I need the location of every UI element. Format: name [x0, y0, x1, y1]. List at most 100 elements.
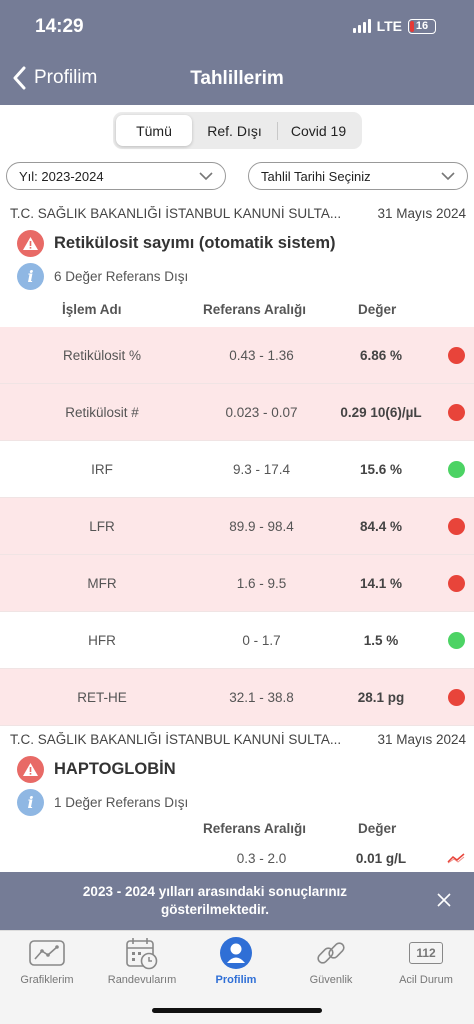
date-select[interactable]: Tahlil Tarihi Seçiniz: [248, 162, 468, 190]
segment-control: Tümü Ref. Dışı Covid 19: [113, 112, 362, 149]
column-value-header: Değer: [358, 302, 397, 317]
segment-covid[interactable]: Covid 19: [278, 115, 359, 146]
result-date: 31 Mayıs 2024: [377, 732, 466, 747]
table-row[interactable]: 0.3 - 2.0 0.01 g/L: [0, 840, 474, 876]
chart-icon: [27, 935, 67, 971]
row-value: 15.6 %: [359, 461, 403, 477]
tab-label: Acil Durum: [399, 974, 453, 986]
close-icon[interactable]: [436, 892, 452, 908]
row-range: 89.9 - 98.4: [229, 518, 294, 534]
signal-icon: [352, 19, 371, 33]
tab-acil-durum[interactable]: 112 Acil Durum: [379, 935, 473, 986]
year-select-value: Yıl: 2023-2024: [19, 168, 104, 184]
row-name: IRF: [91, 461, 113, 477]
row-range: 32.1 - 38.8: [229, 689, 294, 705]
table-row[interactable]: IRF 9.3 - 17.4 15.6 %: [0, 441, 474, 498]
row-range: 0.023 - 0.07: [225, 404, 298, 420]
info-icon: i: [17, 263, 44, 290]
source-name: T.C. SAĞLIK BAKANLIĞI İSTANBUL KANUNİ SU…: [10, 732, 342, 747]
tab-label: Grafiklerim: [20, 974, 74, 986]
out-of-range-count: 1 Değer Referans Dışı: [54, 795, 189, 810]
row-value: 0.01 g/L: [355, 850, 407, 866]
tab-label: Randevularım: [107, 974, 177, 986]
calendar-clock-icon: [122, 935, 162, 971]
row-range: 0 - 1.7: [242, 632, 281, 648]
column-range-header: Referans Aralığı: [203, 302, 307, 317]
tab-guvenlik[interactable]: Güvenlik: [284, 935, 378, 986]
column-range-header: Referans Aralığı: [203, 821, 307, 836]
row-value: 0.29 10(6)/µL: [340, 404, 422, 420]
tab-label: Profilim: [215, 974, 257, 986]
status-dot-red: [448, 346, 465, 364]
home-indicator: [152, 1008, 322, 1013]
row-value: 1.5 %: [363, 632, 399, 648]
status-dot-red: [448, 403, 465, 421]
tab-randevularim[interactable]: Randevularım: [95, 935, 189, 986]
result-source: T.C. SAĞLIK BAKANLIĞI İSTANBUL KANUNİ SU…: [10, 206, 466, 221]
page-title: Tahlillerim: [190, 68, 284, 89]
row-name: LFR: [89, 518, 115, 534]
status-indicators: LTE 16: [352, 18, 436, 34]
info-icon: i: [17, 789, 44, 816]
column-value-header: Değer: [358, 821, 397, 836]
emergency-badge: 112: [409, 942, 443, 964]
status-dot-red: [448, 517, 465, 535]
year-select[interactable]: Yıl: 2023-2024: [6, 162, 226, 190]
table-row[interactable]: LFR 89.9 - 98.4 84.4 %: [0, 498, 474, 555]
out-of-range-count: 6 Değer Referans Dışı: [54, 269, 189, 284]
column-name-header: İşlem Adı: [62, 302, 122, 317]
table-row[interactable]: RET-HE 32.1 - 38.8 28.1 pg: [0, 669, 474, 726]
status-dot-red: [448, 688, 465, 706]
table-row[interactable]: HFR 0 - 1.7 1.5 %: [0, 612, 474, 669]
table-row[interactable]: Retikülosit # 0.023 - 0.07 0.29 10(6)/µL: [0, 384, 474, 441]
tab-profilim[interactable]: Profilim: [189, 935, 283, 986]
info-line: i 6 Değer Referans Dışı: [17, 263, 188, 290]
source-name: T.C. SAĞLIK BAKANLIĞI İSTANBUL KANUNİ SU…: [10, 206, 342, 221]
row-name: HFR: [88, 632, 116, 648]
chevron-down-icon: [199, 172, 213, 181]
status-dot-green: [448, 460, 465, 478]
row-value: 84.4 %: [359, 518, 403, 534]
warning-icon: [17, 756, 44, 783]
trend-chart-icon: [447, 853, 465, 864]
status-dot-red: [448, 574, 465, 592]
row-name: MFR: [87, 575, 117, 591]
test-name: HAPTOGLOBİN: [54, 760, 176, 778]
warning-icon: [17, 230, 44, 257]
row-value: 14.1 %: [359, 575, 403, 591]
date-select-value: Tahlil Tarihi Seçiniz: [261, 168, 371, 184]
table-row[interactable]: MFR 1.6 - 9.5 14.1 %: [0, 555, 474, 612]
result-date: 31 Mayıs 2024: [377, 206, 466, 221]
battery-icon: 16: [408, 18, 436, 34]
row-range: 1.6 - 9.5: [236, 575, 287, 591]
info-banner: 2023 - 2024 yılları arasındaki sonuçları…: [0, 872, 474, 930]
row-range: 0.43 - 1.36: [229, 347, 294, 363]
profile-icon: [216, 935, 256, 971]
row-name: RET-HE: [77, 689, 127, 705]
tab-label: Güvenlik: [309, 974, 353, 986]
test-title[interactable]: HAPTOGLOBİN: [17, 756, 176, 783]
nav-header: 14:29 LTE 16 Profilim Tahlillerim: [0, 0, 474, 105]
tab-grafiklerim[interactable]: Grafiklerim: [0, 935, 94, 986]
test-name: Retikülosit sayımı (otomatik sistem): [54, 234, 336, 252]
result-source: T.C. SAĞLIK BAKANLIĞI İSTANBUL KANUNİ SU…: [10, 732, 466, 747]
segment-out-of-range[interactable]: Ref. Dışı: [192, 121, 278, 140]
info-line: i 1 Değer Referans Dışı: [17, 789, 188, 816]
battery-level: 16: [415, 20, 429, 32]
test-title[interactable]: Retikülosit sayımı (otomatik sistem): [17, 230, 336, 257]
row-range: 9.3 - 17.4: [232, 461, 291, 477]
row-value: 28.1 pg: [357, 689, 405, 705]
network-label: LTE: [376, 18, 402, 34]
chevron-down-icon: [441, 172, 455, 181]
status-dot-green: [448, 631, 465, 649]
link-icon: [311, 935, 351, 971]
row-value: 6.86 %: [359, 347, 403, 363]
segment-all[interactable]: Tümü: [116, 115, 192, 146]
row-range: 0.3 - 2.0: [236, 850, 287, 866]
emergency-112-icon: 112: [406, 935, 446, 971]
row-name: Retikülosit #: [65, 404, 139, 420]
status-time: 14:29: [35, 16, 84, 37]
row-name: Retikülosit %: [62, 347, 142, 363]
table-row[interactable]: Retikülosit % 0.43 - 1.36 6.86 %: [0, 327, 474, 384]
banner-text: 2023 - 2024 yılları arasındaki sonuçları…: [82, 884, 348, 917]
